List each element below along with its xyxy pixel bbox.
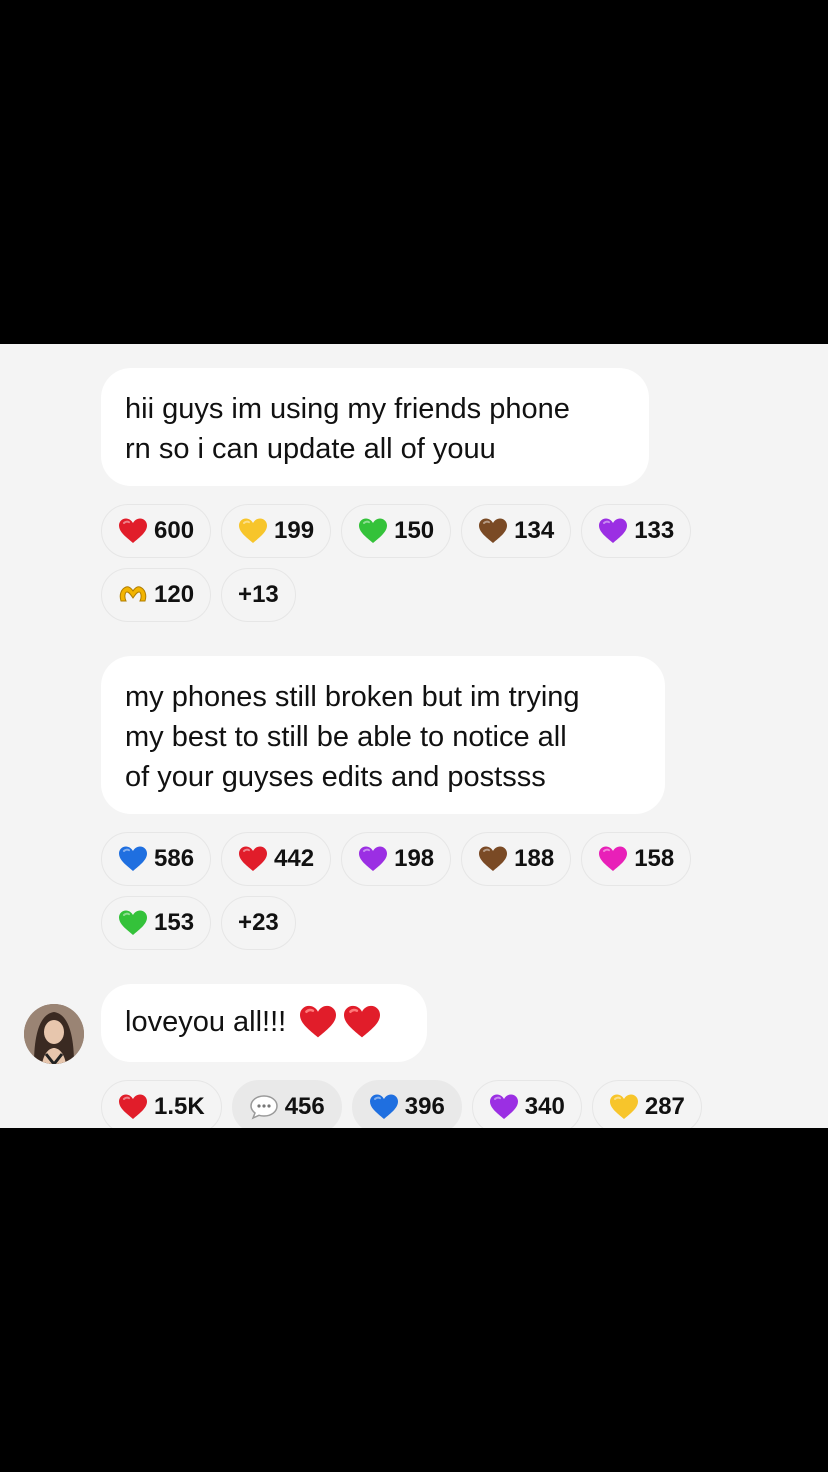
- red-heart-icon: [119, 1094, 147, 1119]
- reaction-pill[interactable]: 199: [221, 504, 332, 558]
- reaction-count: 198: [394, 845, 435, 872]
- reaction-row: 586 442 198 188 158 153 +23: [101, 832, 811, 950]
- message-bubble[interactable]: hii guys im using my friends phone rn so…: [101, 368, 649, 486]
- purple-heart-icon: [359, 846, 388, 871]
- avatar-image: [24, 1004, 84, 1064]
- speech-bubble-icon: [249, 1095, 278, 1120]
- reaction-row: 1.5K 456 396 340 287: [101, 1080, 811, 1128]
- pink-heart-icon: [599, 846, 628, 871]
- reaction-pill[interactable]: 1.5K: [101, 1080, 222, 1128]
- reaction-pill[interactable]: 396: [351, 1080, 462, 1128]
- brown-heart-icon: [479, 846, 508, 871]
- avatar[interactable]: [24, 1004, 84, 1064]
- message-line: of your guyses edits and postsss: [125, 761, 546, 793]
- message-line: my phones still broken but im trying: [125, 681, 580, 713]
- reaction-pill[interactable]: 586: [101, 832, 212, 886]
- reaction-count: +13: [238, 581, 279, 608]
- reaction-pill[interactable]: 120: [101, 568, 212, 622]
- reaction-count: 134: [514, 517, 555, 544]
- reaction-pill[interactable]: 340: [471, 1080, 582, 1128]
- heart-hands-icon: [119, 586, 147, 602]
- red-heart-icon: [344, 1005, 381, 1037]
- reaction-count: 120: [154, 581, 195, 608]
- reaction-count: 133: [634, 517, 675, 544]
- yellow-heart-icon: [239, 518, 268, 543]
- reaction-count: 586: [154, 845, 195, 872]
- green-heart-icon: [119, 910, 147, 935]
- reaction-count: 456: [284, 1093, 325, 1120]
- message-bubble[interactable]: my phones still broken but im trying my …: [101, 656, 665, 814]
- purple-heart-icon: [489, 1094, 518, 1119]
- reaction-row: 600 199 150 134 133 120 +13: [101, 504, 811, 622]
- red-heart-icon: [119, 518, 147, 543]
- message-text: loveyou all!!!: [125, 1005, 287, 1038]
- chat-panel: hii guys im using my friends phone rn so…: [0, 344, 828, 1128]
- brown-heart-icon: [479, 518, 508, 543]
- reaction-count: 153: [154, 909, 195, 936]
- message-line: rn so i can update all of youu: [125, 433, 496, 465]
- reaction-pill[interactable]: 133: [581, 504, 692, 558]
- reaction-pill[interactable]: 188: [461, 832, 572, 886]
- reaction-count: 287: [644, 1093, 685, 1120]
- red-heart-icon: [300, 1005, 337, 1037]
- reaction-count: +23: [238, 909, 279, 936]
- reaction-pill[interactable]: 600: [101, 504, 212, 558]
- reaction-pill[interactable]: 287: [591, 1080, 702, 1128]
- reaction-count: 150: [394, 517, 435, 544]
- reaction-pill[interactable]: 456: [231, 1080, 342, 1128]
- reaction-pill[interactable]: +23: [221, 896, 296, 950]
- reaction-pill[interactable]: 158: [581, 832, 692, 886]
- red-heart-icon: [239, 846, 268, 871]
- reaction-count: 1.5K: [154, 1093, 205, 1120]
- message-bubble[interactable]: loveyou all!!!: [101, 984, 427, 1062]
- blue-heart-icon: [369, 1094, 398, 1119]
- reaction-count: 188: [514, 845, 555, 872]
- reaction-count: 340: [524, 1093, 565, 1120]
- yellow-heart-icon: [609, 1094, 638, 1119]
- reaction-pill[interactable]: +13: [221, 568, 296, 622]
- reaction-pill[interactable]: 150: [341, 504, 452, 558]
- message-line: hii guys im using my friends phone: [125, 393, 570, 425]
- message-line: my best to still be able to notice all: [125, 721, 567, 753]
- reaction-count: 158: [634, 845, 675, 872]
- reaction-count: 199: [274, 517, 315, 544]
- reaction-count: 600: [154, 517, 195, 544]
- reaction-pill[interactable]: 134: [461, 504, 572, 558]
- reaction-count: 396: [404, 1093, 445, 1120]
- reaction-count: 442: [274, 845, 315, 872]
- purple-heart-icon: [599, 518, 628, 543]
- reaction-pill[interactable]: 153: [101, 896, 212, 950]
- reaction-pill[interactable]: 442: [221, 832, 332, 886]
- blue-heart-icon: [119, 846, 147, 871]
- green-heart-icon: [359, 518, 388, 543]
- reaction-pill[interactable]: 198: [341, 832, 452, 886]
